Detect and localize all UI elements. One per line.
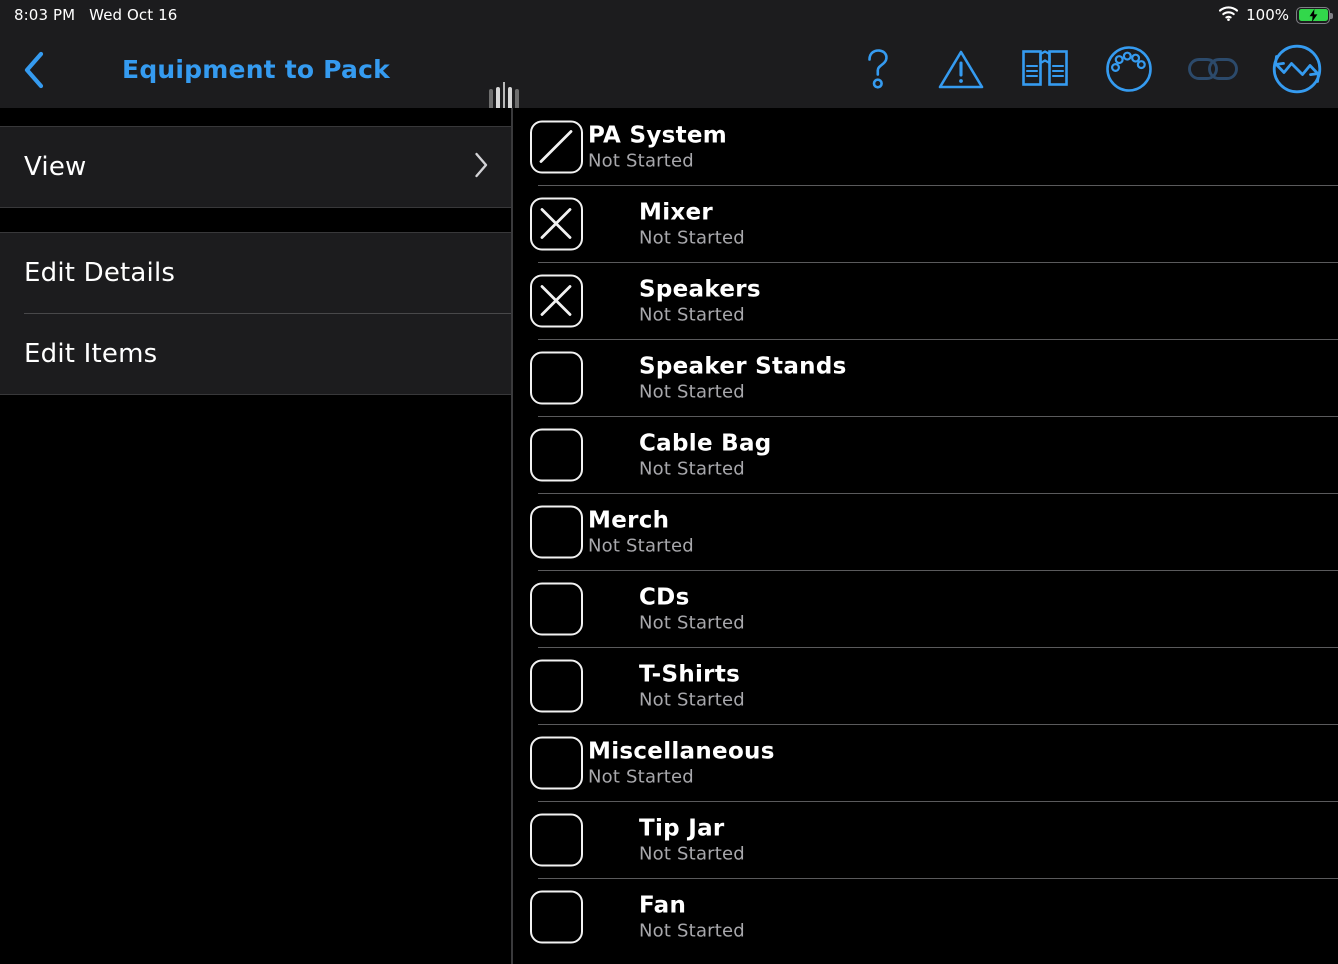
checkbox-empty[interactable]	[530, 659, 583, 712]
sidebar-item-label: View	[24, 152, 87, 182]
sidebar-group: View	[0, 126, 511, 208]
list-item-title: Fan	[639, 891, 687, 918]
help-icon[interactable]	[854, 46, 900, 92]
list-item-text: Speakers Not Started	[639, 276, 761, 325]
list-item[interactable]: Tip Jar Not Started	[513, 801, 1338, 878]
list-item-text: T-Shirts Not Started	[639, 661, 745, 710]
book-icon[interactable]	[1022, 46, 1068, 92]
list-item-status: Not Started	[639, 843, 745, 865]
list-item[interactable]: Cable Bag Not Started	[513, 416, 1338, 493]
sidebar-group: Edit Details Edit Items	[0, 232, 511, 395]
list-item-status: Not Started	[639, 304, 745, 326]
sync-icon[interactable]	[1272, 44, 1322, 94]
list-item[interactable]: Speakers Not Started	[513, 262, 1338, 339]
list-item-status: Not Started	[588, 150, 694, 172]
list-item-title: Speaker Stands	[639, 352, 847, 379]
checkbox-x[interactable]	[530, 274, 583, 327]
list-item-text: Merch Not Started	[588, 507, 694, 556]
list-item-title: Miscellaneous	[588, 737, 775, 764]
list-item-status: Not Started	[639, 689, 745, 711]
sidebar-item-edit-items[interactable]: Edit Items	[0, 314, 511, 394]
warning-icon[interactable]	[938, 46, 984, 92]
chevron-right-icon	[474, 152, 489, 182]
battery-percent-label: 100%	[1246, 6, 1289, 24]
checkbox-empty[interactable]	[530, 890, 583, 943]
list-item-status: Not Started	[639, 920, 745, 942]
list-item-text: Cable Bag Not Started	[639, 430, 772, 479]
back-button[interactable]	[14, 50, 54, 90]
navigation-bar: Equipment to Pack	[0, 30, 1338, 116]
list-separator	[538, 262, 1338, 263]
navigation-bar-actions	[854, 30, 1322, 108]
list-item-title: Merch	[588, 506, 670, 533]
checkbox-x[interactable]	[530, 197, 583, 250]
sidebar-gap	[0, 208, 511, 232]
checkbox-empty[interactable]	[530, 736, 583, 789]
navigation-bar-left	[0, 30, 512, 108]
list-item[interactable]: Miscellaneous Not Started	[513, 724, 1338, 801]
list-item-text: Miscellaneous Not Started	[588, 738, 775, 787]
list-item-text: Speaker Stands Not Started	[639, 353, 847, 402]
list-item[interactable]: Speaker Stands Not Started	[513, 339, 1338, 416]
item-list-panel: PA System Not Started Mixer Not Started Spea…	[513, 108, 1338, 964]
list-separator	[538, 185, 1338, 186]
list-item[interactable]: Merch Not Started	[513, 493, 1338, 570]
gauge-icon[interactable]	[1106, 46, 1152, 92]
list-separator	[538, 493, 1338, 494]
checkbox-slash[interactable]	[530, 120, 583, 173]
list-separator	[538, 416, 1338, 417]
list-separator	[538, 878, 1338, 879]
list-separator	[538, 647, 1338, 648]
checkbox-empty[interactable]	[530, 505, 583, 558]
checkbox-empty[interactable]	[530, 582, 583, 635]
list-item-status: Not Started	[639, 381, 745, 403]
chevron-left-icon	[24, 51, 44, 89]
list-item-status: Not Started	[639, 227, 745, 249]
app-root: 8:03 PM Wed Oct 16 100% Equipment to Pac…	[0, 0, 1338, 964]
list-item-title: T-Shirts	[639, 660, 741, 687]
list-item-status: Not Started	[588, 766, 694, 788]
status-date: Wed Oct 16	[89, 6, 178, 24]
list-item[interactable]: Mixer Not Started	[513, 185, 1338, 262]
list-item-text: Tip Jar Not Started	[639, 815, 745, 864]
list-item-text: CDs Not Started	[639, 584, 745, 633]
list-item-status: Not Started	[588, 535, 694, 557]
list-separator	[538, 339, 1338, 340]
status-bar-right: 100%	[1218, 0, 1333, 30]
sidebar-gap	[0, 108, 511, 126]
status-time: 8:03 PM	[14, 6, 76, 24]
list-item-text: PA System Not Started	[588, 122, 727, 171]
list-item[interactable]: PA System Not Started	[513, 108, 1338, 185]
list-item[interactable]: T-Shirts Not Started	[513, 647, 1338, 724]
sidebar-item-label: Edit Details	[24, 258, 176, 288]
list-item-title: Tip Jar	[639, 814, 725, 841]
list-item-title: CDs	[639, 583, 690, 610]
sidebar-item-view[interactable]: View	[0, 127, 511, 207]
sidebar-item-label: Edit Items	[24, 339, 158, 369]
list-item-status: Not Started	[639, 612, 745, 634]
sidebar-menu: View Edit Details Edit Items	[0, 108, 511, 964]
list-item-title: Speakers	[639, 275, 761, 302]
battery-charging-icon	[1296, 6, 1333, 24]
list-separator	[538, 724, 1338, 725]
list-item-text: Fan Not Started	[639, 892, 745, 941]
list-item[interactable]: CDs Not Started	[513, 570, 1338, 647]
list-item-title: PA System	[588, 121, 728, 148]
wifi-icon	[1218, 5, 1239, 25]
list-item-title: Cable Bag	[639, 429, 772, 456]
list-separator	[538, 570, 1338, 571]
list-item-status: Not Started	[639, 458, 745, 480]
list-item-title: Mixer	[639, 198, 714, 225]
list-item[interactable]: Fan Not Started	[513, 878, 1338, 955]
link-icon[interactable]	[1188, 46, 1238, 92]
status-bar: 8:03 PM Wed Oct 16 100%	[0, 0, 1338, 30]
list-item-text: Mixer Not Started	[639, 199, 745, 248]
list-separator	[538, 801, 1338, 802]
checkbox-empty[interactable]	[530, 428, 583, 481]
checkbox-empty[interactable]	[530, 813, 583, 866]
sidebar-item-edit-details[interactable]: Edit Details	[0, 233, 511, 313]
checkbox-empty[interactable]	[530, 351, 583, 404]
status-bar-left: 8:03 PM Wed Oct 16	[14, 0, 177, 30]
